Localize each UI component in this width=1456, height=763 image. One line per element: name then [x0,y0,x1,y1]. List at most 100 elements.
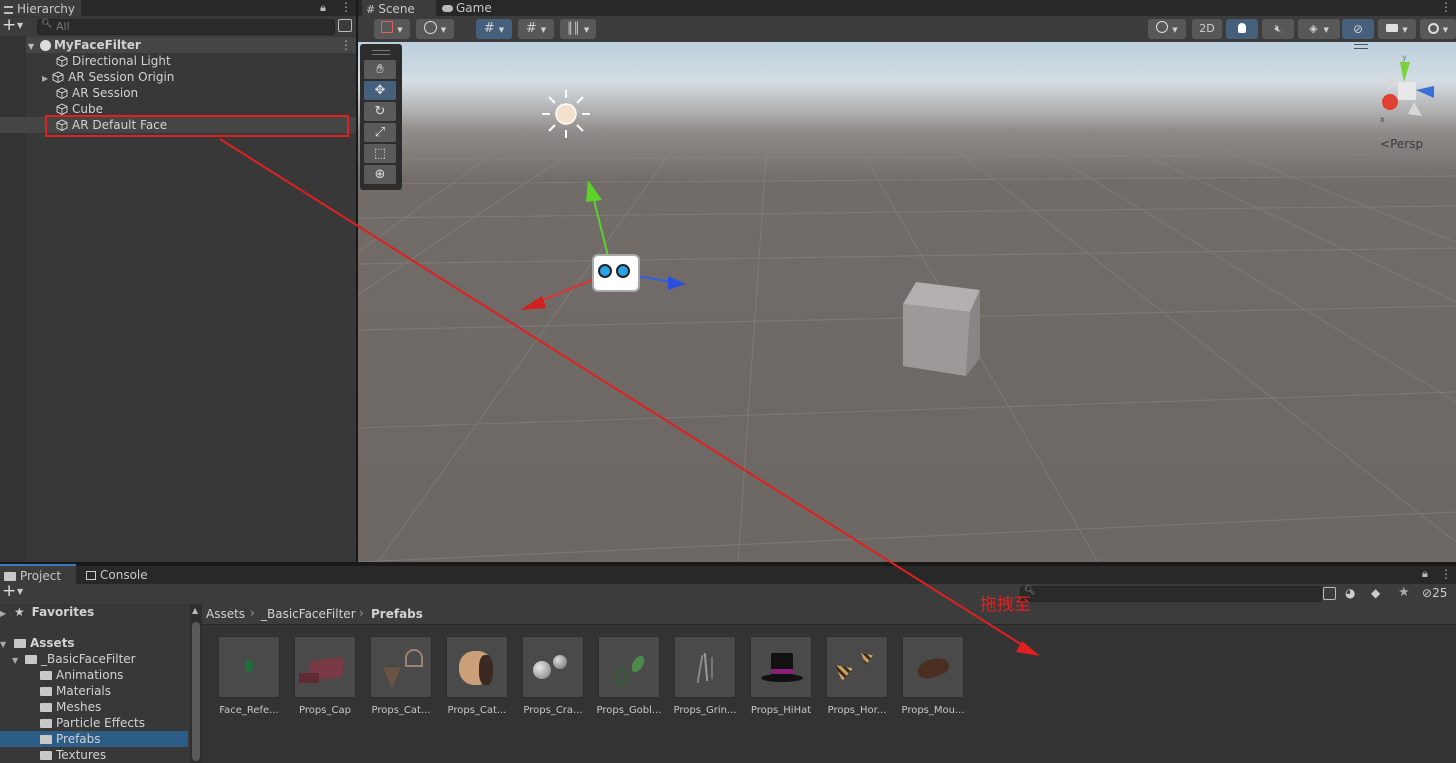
increment-snap-button[interactable]: # ▼ [518,19,554,39]
render-mode-button[interactable]: ▼ [416,19,454,39]
scene-visibility-button[interactable]: ⊘ [1342,19,1374,39]
asset-item[interactable]: Props_Gobl... [597,636,661,716]
hamburger-icon [4,6,13,14]
scene-viewport[interactable]: ✋︎ ✥ ↻ ⤢ ⬚ ⊕ x y <Persp [358,42,1456,562]
directional-light-icon[interactable] [538,86,594,142]
hierarchy-item-label: AR Session Origin [68,70,175,84]
add-icon[interactable]: + [2,581,16,601]
breadcrumb-basicfacefilter[interactable]: _BasicFaceFilter [261,607,356,621]
gameobject-icon [56,103,68,116]
breadcrumb-prefabs[interactable]: Prefabs [371,607,423,621]
expand-arrow-icon[interactable]: ▶ [42,74,48,83]
drag-handle-icon[interactable] [372,50,390,55]
more-menu-icon[interactable]: ⋮ [340,0,352,14]
more-menu-icon[interactable]: ⋮ [1440,0,1452,14]
hierarchy-search-field[interactable]: 🔍︎ All [37,19,335,35]
scrollbar-thumb[interactable] [192,622,200,761]
tree-scrollbar[interactable]: ▲ [190,604,202,763]
mode-2d-button[interactable]: 2D [1192,19,1222,39]
asset-item[interactable]: Props_Cra... [522,636,584,716]
camera-button[interactable]: ▼ [1378,19,1416,39]
tab-console[interactable]: Console [82,566,154,584]
goblin-ears-thumb [598,636,660,698]
gizmo-menu-icon[interactable] [1354,44,1368,49]
breadcrumb-assets[interactable]: Assets [206,607,245,621]
rect-tool-button[interactable]: ⬚ [364,144,396,163]
rect-icon: ⬚ [373,146,387,161]
chevron-down-icon: ▼ [1172,26,1178,34]
expand-arrow-icon[interactable]: ▶ [0,609,6,618]
tree-item-particle-effects[interactable]: Particle Effects [40,715,145,731]
lighting-toggle-button[interactable] [1226,19,1258,39]
folder-icon [40,735,52,744]
draw-mode-button[interactable]: ▼ [374,19,410,39]
cube-object[interactable] [898,278,988,378]
move-gizmo[interactable] [508,172,698,322]
asset-item[interactable]: Props_Hor... [826,636,888,716]
projection-toggle[interactable]: <Persp [1380,137,1423,151]
expand-arrow-icon[interactable]: ▼ [12,656,18,665]
rotate-tool-button[interactable]: ↻ [364,102,396,121]
lock-icon[interactable]: 🔒︎ [320,1,326,15]
transform-tool-button[interactable]: ⊕ [364,165,396,184]
asset-item[interactable]: Props_Cat... [446,636,508,716]
chevron-down-icon[interactable]: ▼ [17,21,23,30]
asset-item[interactable]: Face_Refe... [218,636,280,716]
tree-item-materials[interactable]: Materials [40,683,111,699]
orientation-button[interactable]: ▼ [1148,19,1186,39]
asset-item[interactable]: Props_HiHat [750,636,812,716]
effects-button[interactable]: ◈ ▼ [1298,19,1340,39]
scene-row[interactable]: ▼ MyFaceFilter ⋮ [26,37,356,53]
tree-item-prefabs[interactable]: Prefabs [0,731,188,747]
snap-grid-button[interactable]: # ▼ [476,19,512,39]
hierarchy-item-directional-light[interactable]: Directional Light [26,53,356,69]
tab-scene-label: Scene [378,2,415,16]
assets-label: Assets [29,636,75,650]
expand-arrow-icon[interactable]: ▼ [28,42,34,51]
unity-scene-icon [39,40,51,51]
scale-tool-button[interactable]: ⤢ [364,123,396,142]
move-tool-button[interactable]: ✥ [364,81,396,100]
tab-game[interactable]: Game [438,0,498,16]
lock-icon[interactable]: 🔒︎ [1422,567,1428,581]
hierarchy-item-ar-session-origin[interactable]: ▶ AR Session Origin [26,69,356,85]
project-search-field[interactable]: 🔍︎ [1020,586,1322,602]
search-filter-icon[interactable] [1323,587,1336,600]
scene-toolbar: ▼ ▼ # ▼ # ▼ ║║ ▼ ▼ 2D 🔇︎ ◈ ▼ ⊘ ▼ ▼ [358,16,1456,42]
gizmos-button[interactable]: ▼ [1420,19,1456,39]
scroll-up-icon[interactable]: ▲ [192,606,198,615]
hand-tool-button[interactable]: ✋︎ [364,60,396,79]
ar-face-icon[interactable] [592,254,640,292]
ruler-icon: ║║ [566,22,580,35]
tree-item-label: Materials [56,684,112,698]
gizmo-icon [1427,23,1439,34]
asset-item[interactable]: Props_Cap [294,636,356,716]
chevron-down-icon[interactable]: ▼ [17,587,23,596]
tree-item-basicfacefilter[interactable]: ▼ _BasicFaceFilter [12,651,190,667]
asset-item[interactable]: Props_Cat... [370,636,432,716]
audio-toggle-button[interactable]: 🔇︎ [1262,19,1294,39]
more-menu-icon[interactable]: ⋮ [1440,567,1452,581]
hidden-packages-button[interactable]: ⊘25 [1422,586,1447,600]
asset-label: Props_Cat... [371,705,431,716]
asset-item[interactable]: Props_Grin... [674,636,736,716]
tree-item-textures[interactable]: Textures [40,747,106,763]
scene-menu-icon[interactable]: ⋮ [340,37,352,53]
assets-row[interactable]: ▼ Assets [0,635,190,651]
expand-arrow-icon[interactable]: ▼ [0,640,6,649]
ruler-button[interactable]: ║║ ▼ [560,19,596,39]
favorite-star-icon[interactable]: ★ [1398,585,1410,600]
asset-item[interactable]: Props_Mou... [901,636,965,716]
type-filter-icon[interactable]: ◕ [1345,586,1355,600]
rotate-icon: ↻ [374,104,386,119]
favorites-row[interactable]: ▶ ★ Favorites [0,604,190,620]
label-filter-icon[interactable]: ◆ [1371,586,1380,600]
tree-item-meshes[interactable]: Meshes [40,699,101,715]
breadcrumb-separator: › [250,606,255,620]
search-filter-icon[interactable] [338,19,352,32]
add-icon[interactable]: + [2,15,16,35]
circle-icon [1156,21,1169,33]
tree-item-animations[interactable]: Animations [40,667,123,683]
orientation-gizmo[interactable]: x y [1370,54,1454,130]
hierarchy-item-ar-session[interactable]: AR Session [26,85,356,101]
